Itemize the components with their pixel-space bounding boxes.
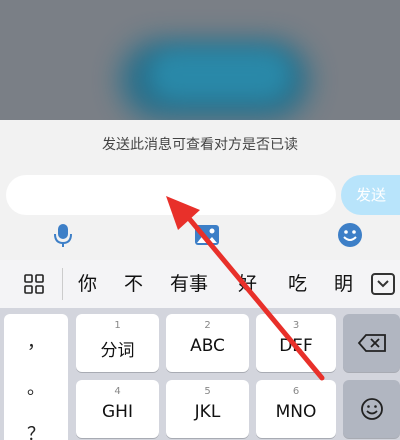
key-3[interactable]: 3 DEF [256, 314, 336, 372]
smiley-icon [361, 398, 383, 420]
read-receipt-hint: 发送此消息可查看对方是否已读 [102, 137, 298, 153]
blurred-message-bubble-highlight [150, 50, 290, 100]
chat-input-panel: 发送此消息可查看对方是否已读 发送 [0, 120, 400, 260]
key-label: JKL [194, 402, 221, 422]
keyboard: ， 。 ？ 1 分词 2 ABC 3 DEF 4 GHI 5 JKL 6 MNO [0, 308, 400, 440]
chat-background [0, 0, 400, 120]
candidate-separator [62, 268, 63, 300]
backspace-icon [357, 334, 386, 352]
key-4[interactable]: 4 GHI [76, 380, 159, 438]
key-6[interactable]: 6 MNO [256, 380, 336, 438]
key-5[interactable]: 5 JKL [166, 380, 249, 438]
key-2[interactable]: 2 ABC [166, 314, 249, 372]
comma-key[interactable]: ， [4, 328, 68, 354]
key-number: 4 [114, 386, 121, 397]
key-label: GHI [102, 402, 133, 422]
punctuation-column: ， 。 ？ [4, 314, 68, 440]
candidate-word[interactable]: 不 [124, 260, 143, 308]
emoji-icon[interactable] [337, 222, 363, 248]
candidate-word[interactable]: 眀 [334, 260, 352, 308]
key-label: MNO [275, 402, 317, 422]
image-icon[interactable] [194, 222, 220, 248]
send-button[interactable]: 发送 [341, 175, 400, 215]
key-number: 2 [204, 320, 211, 331]
question-key[interactable]: ？ [4, 420, 68, 440]
candidate-word[interactable]: 吃 [288, 260, 307, 308]
key-label: 分词 [100, 341, 135, 361]
key-number: 6 [292, 386, 300, 397]
chevron-down-icon [377, 280, 389, 288]
key-label: DEF [279, 336, 313, 356]
key-number: 1 [114, 320, 121, 331]
key-number: 5 [204, 386, 211, 397]
candidate-bar: 你 不 有事 好 吃 眀 [0, 260, 400, 308]
emoji-key[interactable] [343, 380, 400, 438]
backspace-key[interactable] [343, 314, 400, 372]
candidate-word[interactable]: 有事 [170, 260, 208, 308]
microphone-icon[interactable] [50, 222, 76, 248]
candidate-word[interactable]: 好 [238, 260, 257, 308]
key-label: ABC [190, 336, 225, 356]
key-number: 3 [292, 320, 300, 331]
grid-menu-icon[interactable] [24, 274, 44, 294]
period-key[interactable]: 。 [4, 374, 68, 400]
candidate-word[interactable]: 你 [78, 260, 97, 308]
key-1[interactable]: 1 分词 [76, 314, 159, 372]
message-input[interactable] [6, 175, 336, 215]
collapse-keyboard-button[interactable] [371, 273, 395, 295]
